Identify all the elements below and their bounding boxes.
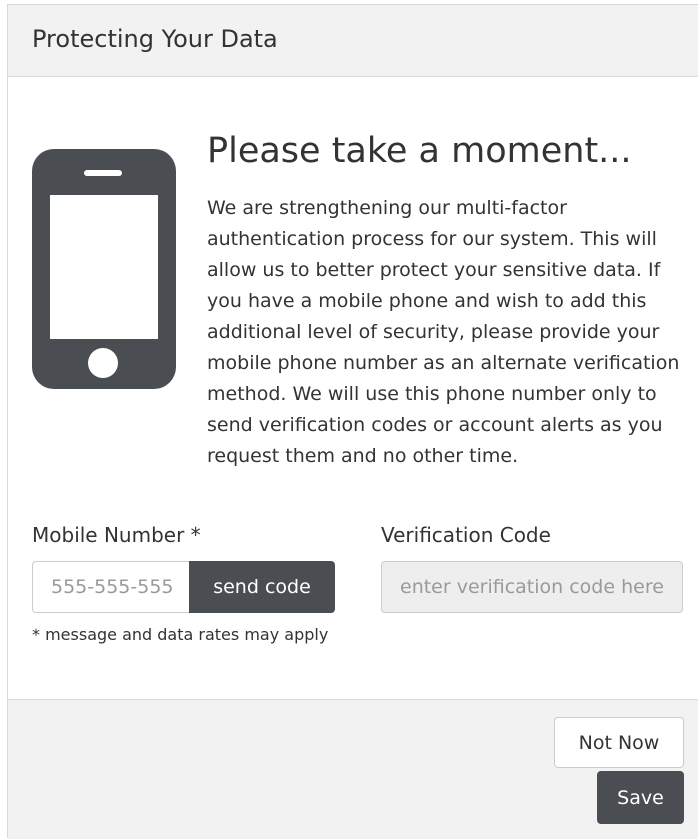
verification-code-label: Verification Code [381, 523, 551, 547]
save-button[interactable]: Save [597, 771, 684, 824]
mobile-number-input[interactable] [32, 561, 190, 613]
modal-footer: Not Now Save [8, 699, 698, 839]
mfa-modal: Protecting Your Data Please take a momen… [7, 4, 698, 839]
mobile-number-label: Mobile Number * [32, 523, 201, 547]
not-now-button[interactable]: Not Now [554, 717, 684, 768]
page-heading: Please take a moment... [207, 131, 632, 171]
rates-note: * message and data rates may apply [32, 625, 329, 644]
description-text: We are strengthening our multi-factor au… [207, 197, 680, 467]
modal-body: Please take a moment... We are strengthe… [8, 77, 698, 699]
modal-title: Protecting Your Data [32, 25, 278, 53]
modal-header: Protecting Your Data [8, 5, 698, 77]
verification-code-input[interactable] [381, 561, 683, 613]
send-code-button[interactable]: send code [189, 561, 335, 613]
mobile-phone-icon [32, 149, 176, 393]
